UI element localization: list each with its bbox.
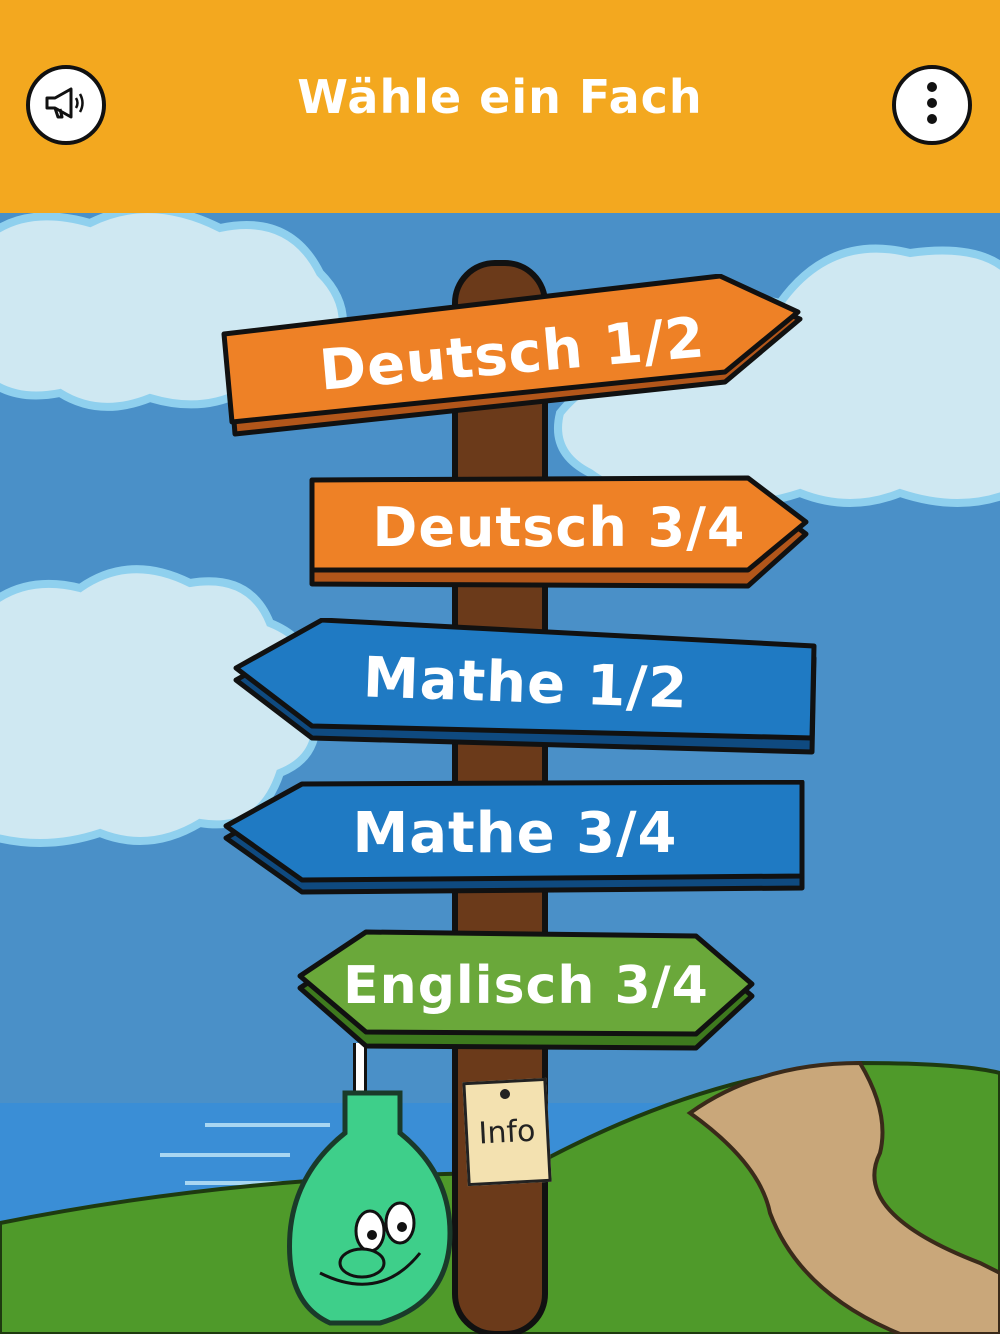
sign-label: Mathe 1/2 xyxy=(362,644,690,722)
info-label: Info xyxy=(477,1113,537,1151)
sign-mathe-3-4[interactable]: Mathe 3/4 xyxy=(222,780,808,898)
more-vertical-icon xyxy=(925,81,939,129)
sign-deutsch-1-2[interactable]: Deutsch 1/2 xyxy=(220,274,805,444)
sign-mathe-1-2[interactable]: Mathe 1/2 xyxy=(232,618,820,758)
pin-icon xyxy=(499,1088,511,1100)
sign-label: Mathe 3/4 xyxy=(352,800,678,866)
info-button[interactable]: Info xyxy=(462,1077,552,1187)
more-options-button[interactable] xyxy=(892,65,972,145)
sign-englisch-3-4[interactable]: Englisch 3/4 xyxy=(296,928,756,1054)
page-title: Wähle ein Fach xyxy=(297,70,703,124)
top-bar: Wähle ein Fach xyxy=(0,0,1000,213)
sign-label: Deutsch 3/4 xyxy=(372,495,746,559)
sign-deutsch-3-4[interactable]: Deutsch 3/4 xyxy=(308,474,810,594)
sign-label: Englisch 3/4 xyxy=(343,956,709,1016)
